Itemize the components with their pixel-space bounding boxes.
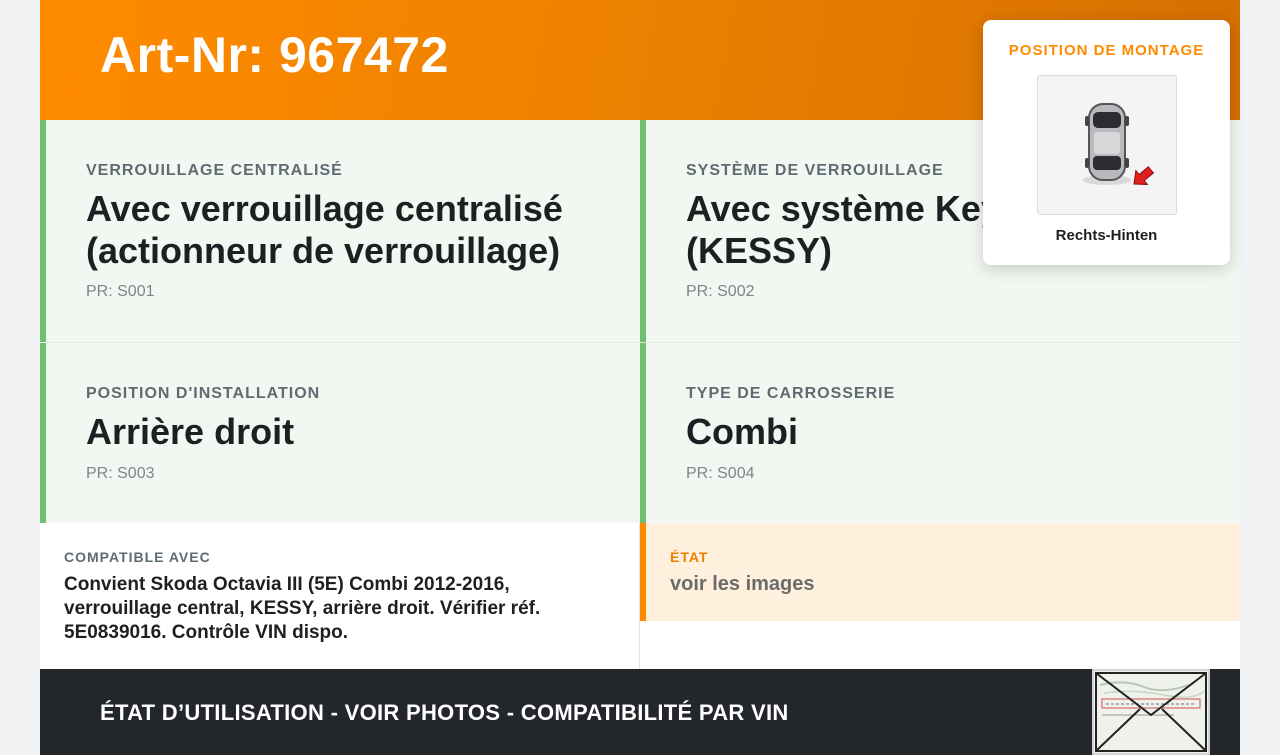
field-label: TYPE DE CARROSSERIE — [686, 385, 896, 402]
field-label: VERROUILLAGE CENTRALISÉ — [86, 162, 343, 179]
field-central-locking: VERROUILLAGE CENTRALISÉ Avec verrouillag… — [40, 120, 640, 342]
condition-label: ÉTAT — [670, 549, 709, 565]
field-install-position: POSITION D'INSTALLATION Arrière droit PR… — [40, 343, 640, 523]
field-body-type: TYPE DE CARROSSERIE Combi PR: S004 — [640, 343, 1240, 523]
car-top-view-icon — [1083, 103, 1155, 186]
compatibility-panel: COMPATIBLE AVEC Convient Skoda Octavia I… — [40, 523, 640, 669]
compatibility-text: Convient Skoda Octavia III (5E) Combi 20… — [64, 574, 541, 643]
mounting-position-popup: POSITION DE MONTAGE Rechts-Hinten — [983, 20, 1230, 265]
field-pr-code: PR: S001 — [86, 283, 155, 300]
condition-text: voir les images — [670, 573, 815, 595]
field-label: SYSTÈME DE VERROUILLAGE — [686, 162, 944, 179]
field-value: Combi — [686, 411, 798, 452]
arrow-icon — [1133, 166, 1155, 186]
popup-caption: Rechts-Hinten — [1055, 227, 1158, 244]
envelope-icon — [1094, 671, 1208, 753]
field-label: POSITION D'INSTALLATION — [86, 385, 321, 402]
compatibility-label: COMPATIBLE AVEC — [64, 549, 211, 565]
field-pr-code: PR: S004 — [686, 465, 755, 482]
field-pr-code: PR: S003 — [86, 465, 155, 482]
field-value: Avec verrouillage centralisé (actionneur… — [86, 188, 563, 272]
field-value-line: Avec verrouillage centralisé — [86, 188, 563, 229]
field-value-line: (actionneur de verrouillage) — [86, 230, 561, 271]
page-title: Art-Nr: 967472 — [100, 27, 449, 83]
footer-text: ÉTAT D’UTILISATION - VOIR PHOTOS - COMPA… — [100, 700, 789, 725]
popup-title: POSITION DE MONTAGE — [1008, 42, 1205, 59]
condition-panel: ÉTAT voir les images — [640, 523, 1240, 621]
footer-banner: ÉTAT D’UTILISATION - VOIR PHOTOS - COMPA… — [40, 669, 1240, 755]
field-pr-code: PR: S002 — [686, 283, 755, 300]
car-position-image[interactable] — [1037, 75, 1177, 215]
document-thumbnail[interactable] — [1092, 669, 1210, 755]
field-value: Arrière droit — [86, 411, 295, 452]
